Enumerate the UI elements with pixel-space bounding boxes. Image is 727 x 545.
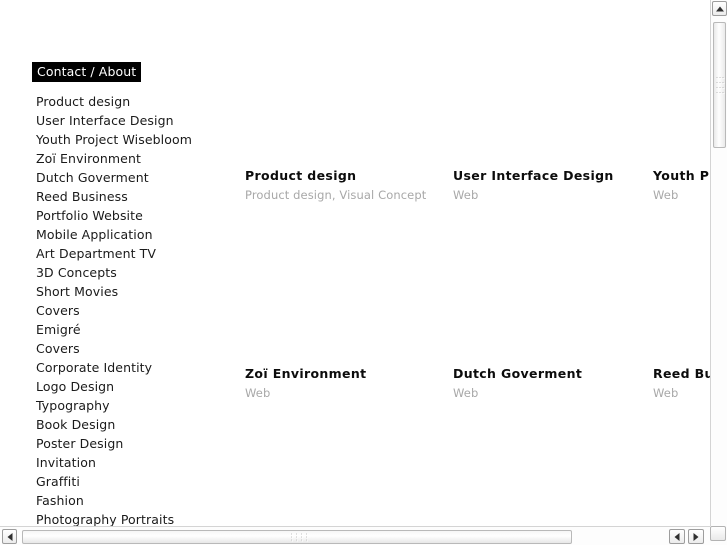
- triangle-left-icon: [7, 532, 12, 541]
- sidebar-item-contact-about[interactable]: Contact / About: [32, 62, 142, 82]
- sidebar-item-photography-portraits[interactable]: Photography Portraits: [36, 510, 236, 526]
- project-subtitle: Web: [653, 188, 679, 202]
- project-subtitle: Web: [653, 386, 679, 400]
- sidebar-item-dutch-goverment[interactable]: Dutch Goverment: [36, 168, 236, 187]
- project-title: User Interface Design: [453, 168, 614, 183]
- project-row: Product design Product design, Visual Co…: [245, 168, 710, 366]
- sidebar-item-typography[interactable]: Typography: [36, 396, 236, 415]
- sidebar-item-invitation[interactable]: Invitation: [36, 453, 236, 472]
- sidebar-item-zoi-environment[interactable]: Zoï Environment: [36, 149, 236, 168]
- sidebar-item-reed-business[interactable]: Reed Business: [36, 187, 236, 206]
- sidebar-item-covers-2[interactable]: Covers: [36, 339, 236, 358]
- project-subtitle: Web: [453, 188, 479, 202]
- sidebar-item-mobile-application[interactable]: Mobile Application: [36, 225, 236, 244]
- project-cell[interactable]: Reed Business Web: [653, 366, 710, 400]
- sidebar-item-poster-design[interactable]: Poster Design: [36, 434, 236, 453]
- project-subtitle: Product design, Visual Concept: [245, 188, 427, 202]
- triangle-left-icon: [674, 532, 680, 541]
- project-cell[interactable]: Youth Project Wisebloom Web: [653, 168, 710, 202]
- project-title: Reed Business: [653, 366, 710, 381]
- sidebar-item-short-movies[interactable]: Short Movies: [36, 282, 236, 301]
- sidebar-item-book-design[interactable]: Book Design: [36, 415, 236, 434]
- horizontal-scrollbar[interactable]: [0, 526, 710, 545]
- sidebar-item-portfolio-website[interactable]: Portfolio Website: [36, 206, 236, 225]
- project-cell[interactable]: User Interface Design Web: [453, 168, 658, 202]
- project-title: Zoï Environment: [245, 366, 367, 381]
- scroll-back-button[interactable]: [669, 529, 685, 544]
- project-title: Youth Project Wisebloom: [653, 168, 710, 183]
- sidebar-nav-list: Product design User Interface Design You…: [36, 92, 236, 526]
- project-subtitle: Web: [245, 386, 271, 400]
- project-cell[interactable]: Dutch Goverment Web: [453, 366, 658, 400]
- sidebar-item-logo-design[interactable]: Logo Design: [36, 377, 236, 396]
- scroll-left-button[interactable]: [2, 529, 17, 544]
- sidebar-item-fashion[interactable]: Fashion: [36, 491, 236, 510]
- horizontal-scroll-arrows: [669, 529, 705, 544]
- project-cell[interactable]: Zoï Environment Web: [245, 366, 450, 400]
- resize-grip[interactable]: [710, 526, 726, 541]
- scroll-forward-button[interactable]: [688, 529, 704, 544]
- sidebar-item-covers-1[interactable]: Covers: [36, 301, 236, 320]
- sidebar-item-art-department-tv[interactable]: Art Department TV: [36, 244, 236, 263]
- grip-dots-icon: [291, 533, 307, 541]
- sidebar-item-youth-project-wisebloom[interactable]: Youth Project Wisebloom: [36, 130, 236, 149]
- project-grid: Product design Product design, Visual Co…: [245, 168, 710, 526]
- sidebar-item-graffiti[interactable]: Graffiti: [36, 472, 236, 491]
- vertical-scroll-thumb[interactable]: [713, 22, 726, 148]
- sidebar-item-product-design[interactable]: Product design: [36, 92, 236, 111]
- grip-dots-icon: [716, 77, 723, 93]
- sidebar-item-corporate-identity[interactable]: Corporate Identity: [36, 358, 236, 377]
- sidebar-item-3d-concepts[interactable]: 3D Concepts: [36, 263, 236, 282]
- triangle-up-icon: [715, 6, 724, 11]
- project-title: Product design: [245, 168, 357, 183]
- sidebar-item-emigre[interactable]: Emigré: [36, 320, 236, 339]
- project-title: Dutch Goverment: [453, 366, 583, 381]
- triangle-right-icon: [693, 532, 699, 541]
- project-row: Zoï Environment Web Dutch Goverment Web …: [245, 366, 710, 526]
- horizontal-scroll-thumb[interactable]: [22, 530, 572, 544]
- project-subtitle: Web: [453, 386, 479, 400]
- scrollbar-corner: [710, 526, 727, 545]
- page-root: Contact / About Product design User Inte…: [0, 0, 727, 545]
- vertical-scrollbar[interactable]: [710, 0, 727, 526]
- sidebar-item-user-interface-design[interactable]: User Interface Design: [36, 111, 236, 130]
- scroll-up-button[interactable]: [712, 1, 727, 16]
- project-cell[interactable]: Product design Product design, Visual Co…: [245, 168, 450, 202]
- content-viewport: Contact / About Product design User Inte…: [0, 0, 710, 526]
